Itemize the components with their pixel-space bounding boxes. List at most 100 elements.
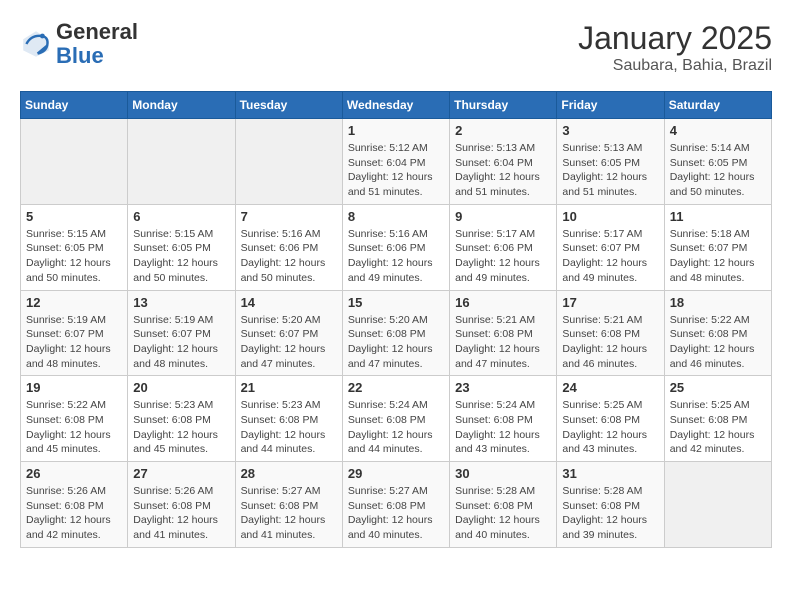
day-info: Sunrise: 5:27 AMSunset: 6:08 PMDaylight:… (241, 484, 337, 543)
calendar-cell: 31 Sunrise: 5:28 AMSunset: 6:08 PMDayligh… (557, 462, 664, 548)
day-info: Sunrise: 5:16 AMSunset: 6:06 PMDaylight:… (348, 227, 444, 286)
day-number: 11 (670, 209, 766, 224)
calendar-cell: 19 Sunrise: 5:22 AMSunset: 6:08 PMDayligh… (21, 376, 128, 462)
day-info: Sunrise: 5:16 AMSunset: 6:06 PMDaylight:… (241, 227, 337, 286)
day-number: 15 (348, 295, 444, 310)
day-number: 30 (455, 466, 551, 481)
day-number: 6 (133, 209, 229, 224)
day-info: Sunrise: 5:15 AMSunset: 6:05 PMDaylight:… (133, 227, 229, 286)
day-info: Sunrise: 5:17 AMSunset: 6:06 PMDaylight:… (455, 227, 551, 286)
day-number: 20 (133, 380, 229, 395)
calendar-cell: 23Sunrise: 5:24 AMSunset: 6:08 PMDayligh… (450, 376, 557, 462)
calendar-cell: 10 Sunrise: 5:17 AMSunset: 6:07 PMDayligh… (557, 204, 664, 290)
day-number: 21 (241, 380, 337, 395)
day-info: Sunrise: 5:22 AMSunset: 6:08 PMDaylight:… (26, 398, 122, 457)
day-number: 19 (26, 380, 122, 395)
calendar-cell: 28 Sunrise: 5:27 AMSunset: 6:08 PMDayligh… (235, 462, 342, 548)
calendar-week-3: 12 Sunrise: 5:19 AMSunset: 6:07 PMDayligh… (21, 290, 772, 376)
day-info: Sunrise: 5:19 AMSunset: 6:07 PMDaylight:… (26, 313, 122, 372)
header-day-wednesday: Wednesday (342, 92, 449, 119)
calendar-cell: 27Sunrise: 5:26 AMSunset: 6:08 PMDayligh… (128, 462, 235, 548)
calendar-cell: 4Sunrise: 5:14 AMSunset: 6:05 PMDaylight… (664, 119, 771, 205)
calendar-cell: 18Sunrise: 5:22 AMSunset: 6:08 PMDayligh… (664, 290, 771, 376)
day-number: 17 (562, 295, 658, 310)
day-number: 31 (562, 466, 658, 481)
calendar-cell (21, 119, 128, 205)
day-number: 22 (348, 380, 444, 395)
calendar-cell (128, 119, 235, 205)
location-title: Saubara, Bahia, Brazil (578, 57, 772, 75)
calendar-cell: 25 Sunrise: 5:25 AMSunset: 6:08 PMDayligh… (664, 376, 771, 462)
day-info: Sunrise: 5:19 AMSunset: 6:07 PMDaylight:… (133, 313, 229, 372)
calendar-cell: 15 Sunrise: 5:20 AMSunset: 6:08 PMDayligh… (342, 290, 449, 376)
header-day-tuesday: Tuesday (235, 92, 342, 119)
day-info: Sunrise: 5:28 AMSunset: 6:08 PMDaylight:… (562, 484, 658, 543)
calendar-cell (235, 119, 342, 205)
day-number: 25 (670, 380, 766, 395)
day-number: 13 (133, 295, 229, 310)
calendar-week-5: 26 Sunrise: 5:26 AMSunset: 6:08 PMDayligh… (21, 462, 772, 548)
calendar-cell: 2 Sunrise: 5:13 AMSunset: 6:04 PMDaylight… (450, 119, 557, 205)
day-number: 14 (241, 295, 337, 310)
page-header: General Blue January 2025 Saubara, Bahia… (20, 20, 772, 75)
header-row: SundayMondayTuesdayWednesdayThursdayFrid… (21, 92, 772, 119)
day-number: 10 (562, 209, 658, 224)
calendar-cell: 3 Sunrise: 5:13 AMSunset: 6:05 PMDaylight… (557, 119, 664, 205)
day-info: Sunrise: 5:14 AMSunset: 6:05 PMDaylight:… (670, 141, 766, 200)
day-number: 3 (562, 123, 658, 138)
day-number: 28 (241, 466, 337, 481)
logo-text: General Blue (56, 20, 138, 68)
calendar-cell: 20 Sunrise: 5:23 AMSunset: 6:08 PMDayligh… (128, 376, 235, 462)
header-day-thursday: Thursday (450, 92, 557, 119)
day-number: 26 (26, 466, 122, 481)
calendar-cell: 16Sunrise: 5:21 AMSunset: 6:08 PMDayligh… (450, 290, 557, 376)
calendar-cell: 29 Sunrise: 5:27 AMSunset: 6:08 PMDayligh… (342, 462, 449, 548)
day-info: Sunrise: 5:23 AMSunset: 6:08 PMDaylight:… (133, 398, 229, 457)
day-number: 8 (348, 209, 444, 224)
calendar-cell: 24Sunrise: 5:25 AMSunset: 6:08 PMDayligh… (557, 376, 664, 462)
day-info: Sunrise: 5:21 AMSunset: 6:08 PMDaylight:… (455, 313, 551, 372)
day-number: 24 (562, 380, 658, 395)
calendar-cell: 9 Sunrise: 5:17 AMSunset: 6:06 PMDaylight… (450, 204, 557, 290)
header-day-monday: Monday (128, 92, 235, 119)
calendar-cell: 22 Sunrise: 5:24 AMSunset: 6:08 PMDayligh… (342, 376, 449, 462)
day-number: 27 (133, 466, 229, 481)
day-info: Sunrise: 5:21 AMSunset: 6:08 PMDaylight:… (562, 313, 658, 372)
day-info: Sunrise: 5:17 AMSunset: 6:07 PMDaylight:… (562, 227, 658, 286)
day-info: Sunrise: 5:18 AMSunset: 6:07 PMDaylight:… (670, 227, 766, 286)
day-info: Sunrise: 5:15 AMSunset: 6:05 PMDaylight:… (26, 227, 122, 286)
calendar-cell: 13 Sunrise: 5:19 AMSunset: 6:07 PMDayligh… (128, 290, 235, 376)
day-number: 23 (455, 380, 551, 395)
day-info: Sunrise: 5:26 AMSunset: 6:08 PMDaylight:… (26, 484, 122, 543)
day-info: Sunrise: 5:20 AMSunset: 6:08 PMDaylight:… (348, 313, 444, 372)
day-number: 2 (455, 123, 551, 138)
calendar-header: SundayMondayTuesdayWednesdayThursdayFrid… (21, 92, 772, 119)
day-info: Sunrise: 5:23 AMSunset: 6:08 PMDaylight:… (241, 398, 337, 457)
logo: General Blue (20, 20, 138, 68)
day-info: Sunrise: 5:27 AMSunset: 6:08 PMDaylight:… (348, 484, 444, 543)
day-number: 12 (26, 295, 122, 310)
calendar-table: SundayMondayTuesdayWednesdayThursdayFrid… (20, 91, 772, 548)
header-day-sunday: Sunday (21, 92, 128, 119)
calendar-cell: 8 Sunrise: 5:16 AMSunset: 6:06 PMDaylight… (342, 204, 449, 290)
day-info: Sunrise: 5:13 AMSunset: 6:05 PMDaylight:… (562, 141, 658, 200)
day-number: 18 (670, 295, 766, 310)
day-info: Sunrise: 5:25 AMSunset: 6:08 PMDaylight:… (670, 398, 766, 457)
calendar-cell (664, 462, 771, 548)
day-number: 7 (241, 209, 337, 224)
day-info: Sunrise: 5:13 AMSunset: 6:04 PMDaylight:… (455, 141, 551, 200)
calendar-cell: 14 Sunrise: 5:20 AMSunset: 6:07 PMDayligh… (235, 290, 342, 376)
header-day-friday: Friday (557, 92, 664, 119)
day-info: Sunrise: 5:28 AMSunset: 6:08 PMDaylight:… (455, 484, 551, 543)
day-number: 9 (455, 209, 551, 224)
calendar-body: 1Sunrise: 5:12 AMSunset: 6:04 PMDaylight… (21, 119, 772, 548)
calendar-week-1: 1Sunrise: 5:12 AMSunset: 6:04 PMDaylight… (21, 119, 772, 205)
day-number: 29 (348, 466, 444, 481)
day-info: Sunrise: 5:20 AMSunset: 6:07 PMDaylight:… (241, 313, 337, 372)
calendar-cell: 12 Sunrise: 5:19 AMSunset: 6:07 PMDayligh… (21, 290, 128, 376)
day-info: Sunrise: 5:24 AMSunset: 6:08 PMDaylight:… (348, 398, 444, 457)
calendar-cell: 21 Sunrise: 5:23 AMSunset: 6:08 PMDayligh… (235, 376, 342, 462)
header-day-saturday: Saturday (664, 92, 771, 119)
calendar-cell: 30 Sunrise: 5:28 AMSunset: 6:08 PMDayligh… (450, 462, 557, 548)
calendar-cell: 7 Sunrise: 5:16 AMSunset: 6:06 PMDaylight… (235, 204, 342, 290)
